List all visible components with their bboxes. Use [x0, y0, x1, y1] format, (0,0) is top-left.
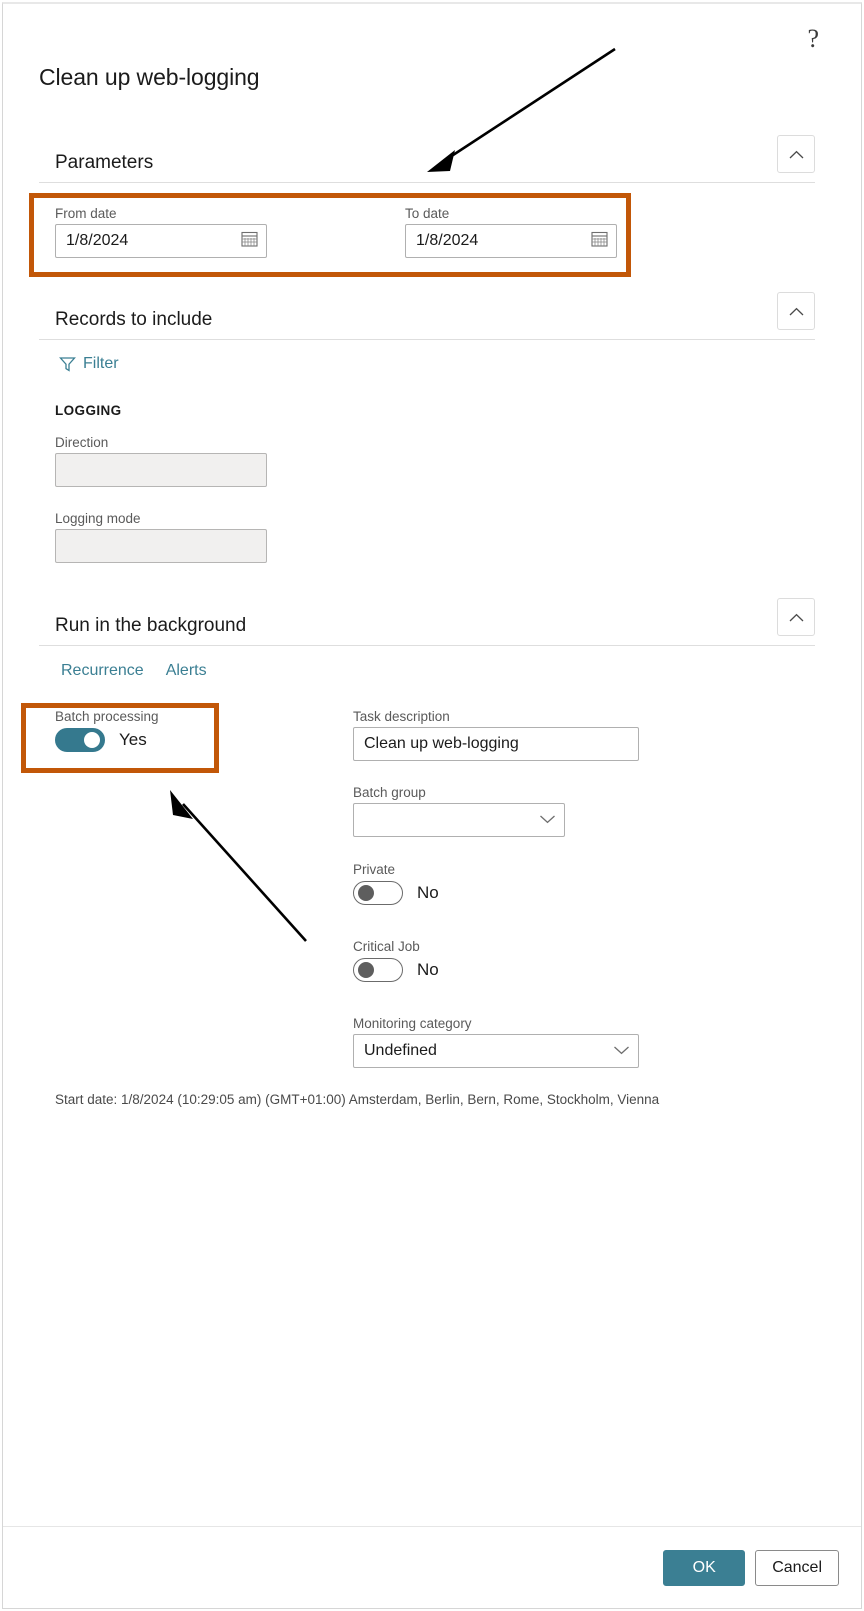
start-date-note: Start date: 1/8/2024 (10:29:05 am) (GMT+… — [55, 1092, 660, 1107]
critical-job-field: Critical Job No — [353, 939, 439, 982]
section-background: Run in the background — [39, 592, 815, 646]
toggle-knob — [358, 885, 374, 901]
ok-button[interactable]: OK — [663, 1549, 746, 1586]
batch-group-label: Batch group — [353, 785, 426, 800]
from-date-label: From date — [55, 206, 117, 221]
section-header-records: Records to include — [39, 286, 815, 340]
to-date-label: To date — [405, 206, 450, 221]
calendar-icon[interactable] — [241, 230, 258, 252]
monitoring-category-value: Undefined — [364, 1042, 437, 1059]
logging-group-header: LOGGING — [55, 403, 122, 418]
chevron-up-icon — [789, 307, 803, 315]
private-label: Private — [353, 862, 396, 877]
critical-job-label: Critical Job — [353, 939, 420, 954]
tab-alerts[interactable]: Alerts — [166, 662, 207, 680]
private-field: Private No — [353, 862, 439, 905]
filter-label: Filter — [83, 355, 119, 372]
direction-input[interactable] — [55, 453, 267, 487]
dialog-window: ? Clean up web-logging Parameters From d… — [2, 2, 862, 1609]
batch-group-select[interactable] — [353, 803, 565, 837]
chevron-up-icon — [789, 613, 803, 621]
batch-group-field: Batch group — [353, 785, 565, 837]
private-toggle[interactable] — [353, 881, 403, 905]
monitoring-category-label: Monitoring category — [353, 1016, 472, 1031]
to-date-field: To date 1/8/2024 — [405, 206, 617, 258]
page-title: Clean up web-logging — [39, 64, 260, 90]
collapse-background-button[interactable] — [777, 598, 815, 636]
batch-processing-value: Yes — [119, 730, 147, 749]
chevron-up-icon — [789, 150, 803, 158]
chevron-down-icon[interactable] — [613, 1042, 630, 1060]
section-records: Records to include — [39, 286, 815, 340]
critical-job-toggle[interactable] — [353, 958, 403, 982]
direction-field: Direction — [55, 435, 267, 487]
section-header-background: Run in the background — [39, 592, 815, 646]
from-date-input[interactable]: 1/8/2024 — [55, 224, 267, 258]
toggle-knob — [358, 962, 374, 978]
monitoring-category-field: Monitoring category Undefined — [353, 1016, 639, 1068]
direction-label: Direction — [55, 435, 109, 450]
critical-job-value: No — [417, 960, 439, 979]
arrow-to-batch-processing — [170, 790, 307, 942]
section-title-records: Records to include — [55, 309, 213, 330]
logging-mode-label: Logging mode — [55, 511, 141, 526]
funnel-icon — [59, 356, 76, 372]
collapse-parameters-button[interactable] — [777, 135, 815, 173]
batch-processing-toggle[interactable] — [55, 728, 105, 752]
section-parameters: Parameters — [39, 129, 815, 183]
from-date-field: From date 1/8/2024 — [55, 206, 267, 258]
dialog-footer: OK Cancel — [3, 1526, 861, 1608]
section-header-parameters: Parameters — [39, 129, 815, 183]
batch-processing-label: Batch processing — [55, 709, 159, 724]
filter-button[interactable]: Filter — [59, 355, 119, 373]
to-date-value: 1/8/2024 — [416, 232, 479, 249]
logging-mode-input[interactable] — [55, 529, 267, 563]
to-date-input[interactable]: 1/8/2024 — [405, 224, 617, 258]
task-description-field: Task description Clean up web-logging — [353, 709, 639, 761]
private-value: No — [417, 883, 439, 902]
collapse-records-button[interactable] — [777, 292, 815, 330]
chevron-down-icon[interactable] — [539, 811, 556, 829]
dialog-body: ? Clean up web-logging Parameters From d… — [3, 4, 861, 1526]
tab-recurrence[interactable]: Recurrence — [61, 662, 144, 680]
task-description-label: Task description — [353, 709, 450, 724]
logging-mode-field: Logging mode — [55, 511, 267, 563]
monitoring-category-select[interactable]: Undefined — [353, 1034, 639, 1068]
background-tabs: Recurrence Alerts — [61, 662, 207, 680]
task-description-value: Clean up web-logging — [364, 735, 519, 752]
help-icon[interactable]: ? — [807, 26, 819, 52]
section-title-background: Run in the background — [55, 615, 247, 636]
calendar-icon[interactable] — [591, 230, 608, 252]
section-title-parameters: Parameters — [55, 152, 154, 173]
cancel-button[interactable]: Cancel — [755, 1549, 839, 1586]
task-description-input[interactable]: Clean up web-logging — [353, 727, 639, 761]
toggle-knob — [84, 732, 100, 748]
from-date-value: 1/8/2024 — [66, 232, 129, 249]
batch-processing-field: Batch processing Yes — [55, 709, 159, 752]
